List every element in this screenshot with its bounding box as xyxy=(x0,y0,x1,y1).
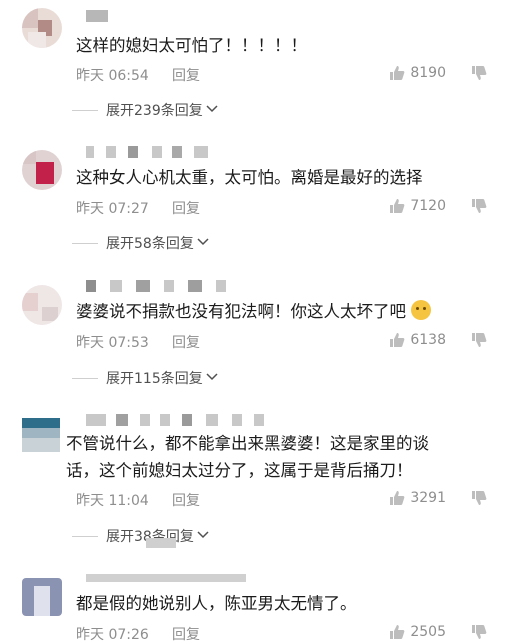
comment-text-body: 婆婆说不捐款也没有犯法啊！你这人太坏了吧 xyxy=(76,302,406,321)
avatar[interactable] xyxy=(22,578,62,616)
like-count: 6138 xyxy=(410,332,446,348)
thumbs-down-icon xyxy=(470,331,488,349)
avatar[interactable] xyxy=(22,150,62,190)
like-button[interactable]: 7120 xyxy=(388,197,446,215)
comment-text: 婆婆说不捐款也没有犯法啊！你这人太坏了吧 xyxy=(76,298,496,325)
dislike-button[interactable] xyxy=(470,64,488,82)
avatar[interactable] xyxy=(22,285,62,325)
thumbs-down-icon xyxy=(470,197,488,215)
expand-replies[interactable]: 展开38条回复 xyxy=(72,526,209,546)
comment-text-line: 不管说什么，都不能拿出来黑婆婆！这是家里的谈 xyxy=(66,434,429,453)
chevron-down-icon xyxy=(206,102,218,118)
like-count: 7120 xyxy=(410,198,446,214)
dislike-button[interactable] xyxy=(470,623,488,641)
like-button[interactable]: 3291 xyxy=(388,489,446,507)
chevron-down-icon xyxy=(197,235,209,251)
blurred-overlay xyxy=(146,538,176,548)
expand-replies[interactable]: 展开115条回复 xyxy=(72,368,218,388)
comment-time: 昨天 07:26 xyxy=(76,627,149,643)
flushed-face-emoji xyxy=(411,300,432,320)
like-button[interactable]: 8190 xyxy=(388,64,446,82)
comment-text: 不管说什么，都不能拿出来黑婆婆！这是家里的谈 话，这个前媳妇太过分了，这属于是背… xyxy=(66,430,486,484)
expand-label: 展开115条回复 xyxy=(106,371,203,387)
divider xyxy=(72,242,98,244)
thumbs-up-icon xyxy=(388,623,406,641)
thumbs-down-icon xyxy=(470,623,488,641)
dislike-button[interactable] xyxy=(470,331,488,349)
like-button[interactable]: 6138 xyxy=(388,331,446,349)
like-count: 2505 xyxy=(410,624,446,640)
comment-time: 昨天 07:53 xyxy=(76,335,149,351)
comment-time: 昨天 07:27 xyxy=(76,201,149,217)
comment-text-line: 话，这个前媳妇太过分了，这属于是背后捅刀！ xyxy=(66,461,413,480)
reply-button[interactable]: 回复 xyxy=(172,490,200,510)
divider xyxy=(72,377,98,379)
thumbs-down-icon xyxy=(470,64,488,82)
thumbs-up-icon xyxy=(388,331,406,349)
comment-time: 昨天 06:54 xyxy=(76,68,149,84)
reply-button[interactable]: 回复 xyxy=(172,65,200,85)
like-count: 8190 xyxy=(410,65,446,81)
reply-button[interactable]: 回复 xyxy=(172,332,200,352)
comment-time: 昨天 11:04 xyxy=(76,493,149,509)
like-button[interactable]: 2505 xyxy=(388,623,446,641)
expand-label: 展开239条回复 xyxy=(106,103,203,119)
thumbs-down-icon xyxy=(470,489,488,507)
expand-replies[interactable]: 展开58条回复 xyxy=(72,233,209,253)
dislike-button[interactable] xyxy=(470,489,488,507)
expand-replies[interactable]: 展开239条回复 xyxy=(72,100,218,120)
divider xyxy=(72,535,98,537)
reply-button[interactable]: 回复 xyxy=(172,624,200,644)
thumbs-up-icon xyxy=(388,489,406,507)
thumbs-up-icon xyxy=(388,64,406,82)
comment-text: 这样的媳妇太可怕了！！！！！ xyxy=(76,36,307,55)
divider xyxy=(72,109,98,111)
comment-text: 这种女人心机太重，太可怕。离婚是最好的选择 xyxy=(76,168,423,187)
chevron-down-icon xyxy=(197,528,209,544)
comment-text: 都是假的她说别人，陈亚男太无情了。 xyxy=(76,594,357,613)
reply-button[interactable]: 回复 xyxy=(172,198,200,218)
expand-label: 展开58条回复 xyxy=(106,236,194,252)
avatar[interactable] xyxy=(22,418,60,452)
thumbs-up-icon xyxy=(388,197,406,215)
like-count: 3291 xyxy=(410,490,446,506)
chevron-down-icon xyxy=(206,370,218,386)
avatar[interactable] xyxy=(22,8,62,48)
dislike-button[interactable] xyxy=(470,197,488,215)
